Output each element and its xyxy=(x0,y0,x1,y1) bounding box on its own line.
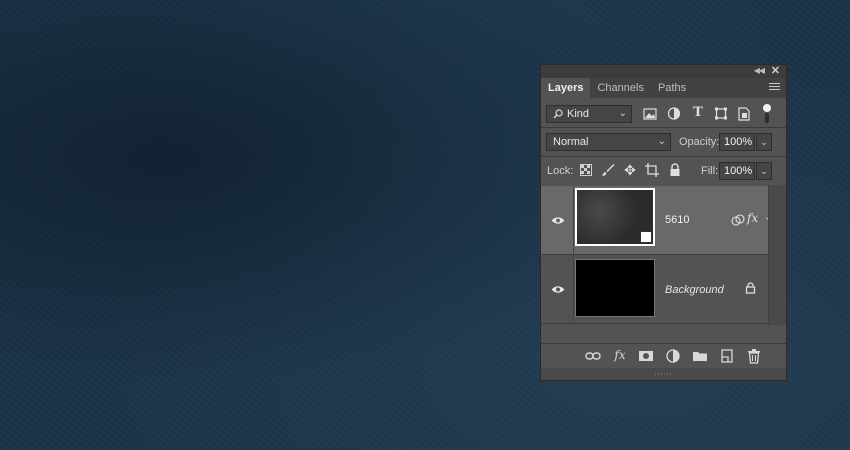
divider xyxy=(573,186,574,254)
panel-resize-grip[interactable] xyxy=(541,368,786,380)
type-layer-filter-icon[interactable]: T xyxy=(691,106,705,120)
shape-layer-filter-icon[interactable] xyxy=(714,107,728,120)
adjustment-layer-filter-icon[interactable] xyxy=(667,107,681,120)
grip-dots xyxy=(655,373,673,375)
prevent-auto-nesting-icon[interactable] xyxy=(645,163,659,177)
smart-object-filter-icon[interactable] xyxy=(737,107,751,121)
blend-mode-value: Normal xyxy=(553,136,589,148)
layer-lock-icon xyxy=(745,282,756,294)
blend-row: Normal ⌄ Opacity: 100% ⌄ xyxy=(541,128,786,156)
collapse-panel-icon[interactable]: ◀◀ xyxy=(754,66,765,75)
tab-paths[interactable]: Paths xyxy=(651,78,693,98)
filter-kind-value: Kind xyxy=(567,108,590,120)
chevron-down-icon: ⌄ xyxy=(657,136,666,147)
eye-icon[interactable] xyxy=(551,216,565,225)
opacity-label: Opacity: xyxy=(679,136,720,148)
delete-layer-icon[interactable] xyxy=(746,348,762,364)
fill-input[interactable]: 100% xyxy=(719,162,755,180)
layers-panel: ◀◀ ✕ Layers Channels Paths Kind ⌄ T Norm… xyxy=(540,64,787,381)
smart-object-badge-icon xyxy=(640,231,652,243)
eye-icon[interactable] xyxy=(551,285,565,294)
add-mask-icon[interactable] xyxy=(638,348,654,364)
lock-row: Lock: ✥ Fill: 100% ⌄ xyxy=(541,157,786,185)
filter-row: Kind ⌄ T xyxy=(541,101,786,127)
search-icon xyxy=(553,109,563,119)
lock-all-icon[interactable] xyxy=(668,163,682,176)
layers-scrollbar[interactable] xyxy=(768,185,786,325)
fill-dropdown-button[interactable]: ⌄ xyxy=(756,162,772,180)
opacity-dropdown-button[interactable]: ⌄ xyxy=(756,133,772,151)
blend-mode-dropdown[interactable]: Normal ⌄ xyxy=(546,133,671,151)
panel-menu-icon[interactable] xyxy=(769,83,780,92)
chevron-down-icon: ⌄ xyxy=(618,108,627,119)
opacity-input[interactable]: 100% xyxy=(719,133,755,151)
lock-image-pixels-icon[interactable] xyxy=(601,163,615,177)
layer-thumbnail[interactable] xyxy=(575,188,655,246)
new-group-icon[interactable] xyxy=(692,348,708,364)
filter-kind-dropdown[interactable]: Kind ⌄ xyxy=(546,105,632,123)
fill-label: Fill: xyxy=(701,165,719,177)
layer-thumbnail[interactable] xyxy=(575,259,655,317)
tab-channels[interactable]: Channels xyxy=(590,78,650,98)
layers-list: 5610 fx ⌄ Background xyxy=(541,185,786,325)
fx-icon[interactable]: fx xyxy=(747,211,758,225)
layer-style-icon[interactable] xyxy=(731,214,745,226)
new-layer-icon[interactable] xyxy=(719,348,735,364)
link-layers-icon[interactable] xyxy=(585,348,601,364)
adjustment-layer-icon[interactable] xyxy=(665,348,681,364)
lock-label: Lock: xyxy=(547,165,574,177)
divider xyxy=(573,255,574,323)
fx-icon[interactable]: fx xyxy=(612,347,628,363)
layer-row-background[interactable]: Background xyxy=(541,255,768,323)
layer-name[interactable]: 5610 xyxy=(665,214,689,226)
layer-name[interactable]: Background xyxy=(665,284,724,296)
lock-position-icon[interactable]: ✥ xyxy=(623,163,637,177)
pixel-layer-filter-icon[interactable] xyxy=(643,108,657,120)
panel-footer: fx xyxy=(541,343,786,368)
tab-layers[interactable]: Layers xyxy=(541,78,591,98)
filter-toggle-switch[interactable] xyxy=(763,104,771,124)
divider xyxy=(541,323,768,324)
lock-transparent-pixels-icon[interactable] xyxy=(579,164,593,176)
panel-tabs: Layers Channels Paths xyxy=(541,78,786,98)
close-panel-icon[interactable]: ✕ xyxy=(771,64,780,77)
layer-row-5610[interactable]: 5610 fx ⌄ xyxy=(541,186,772,254)
panel-title-bar[interactable]: ◀◀ ✕ xyxy=(541,65,786,78)
